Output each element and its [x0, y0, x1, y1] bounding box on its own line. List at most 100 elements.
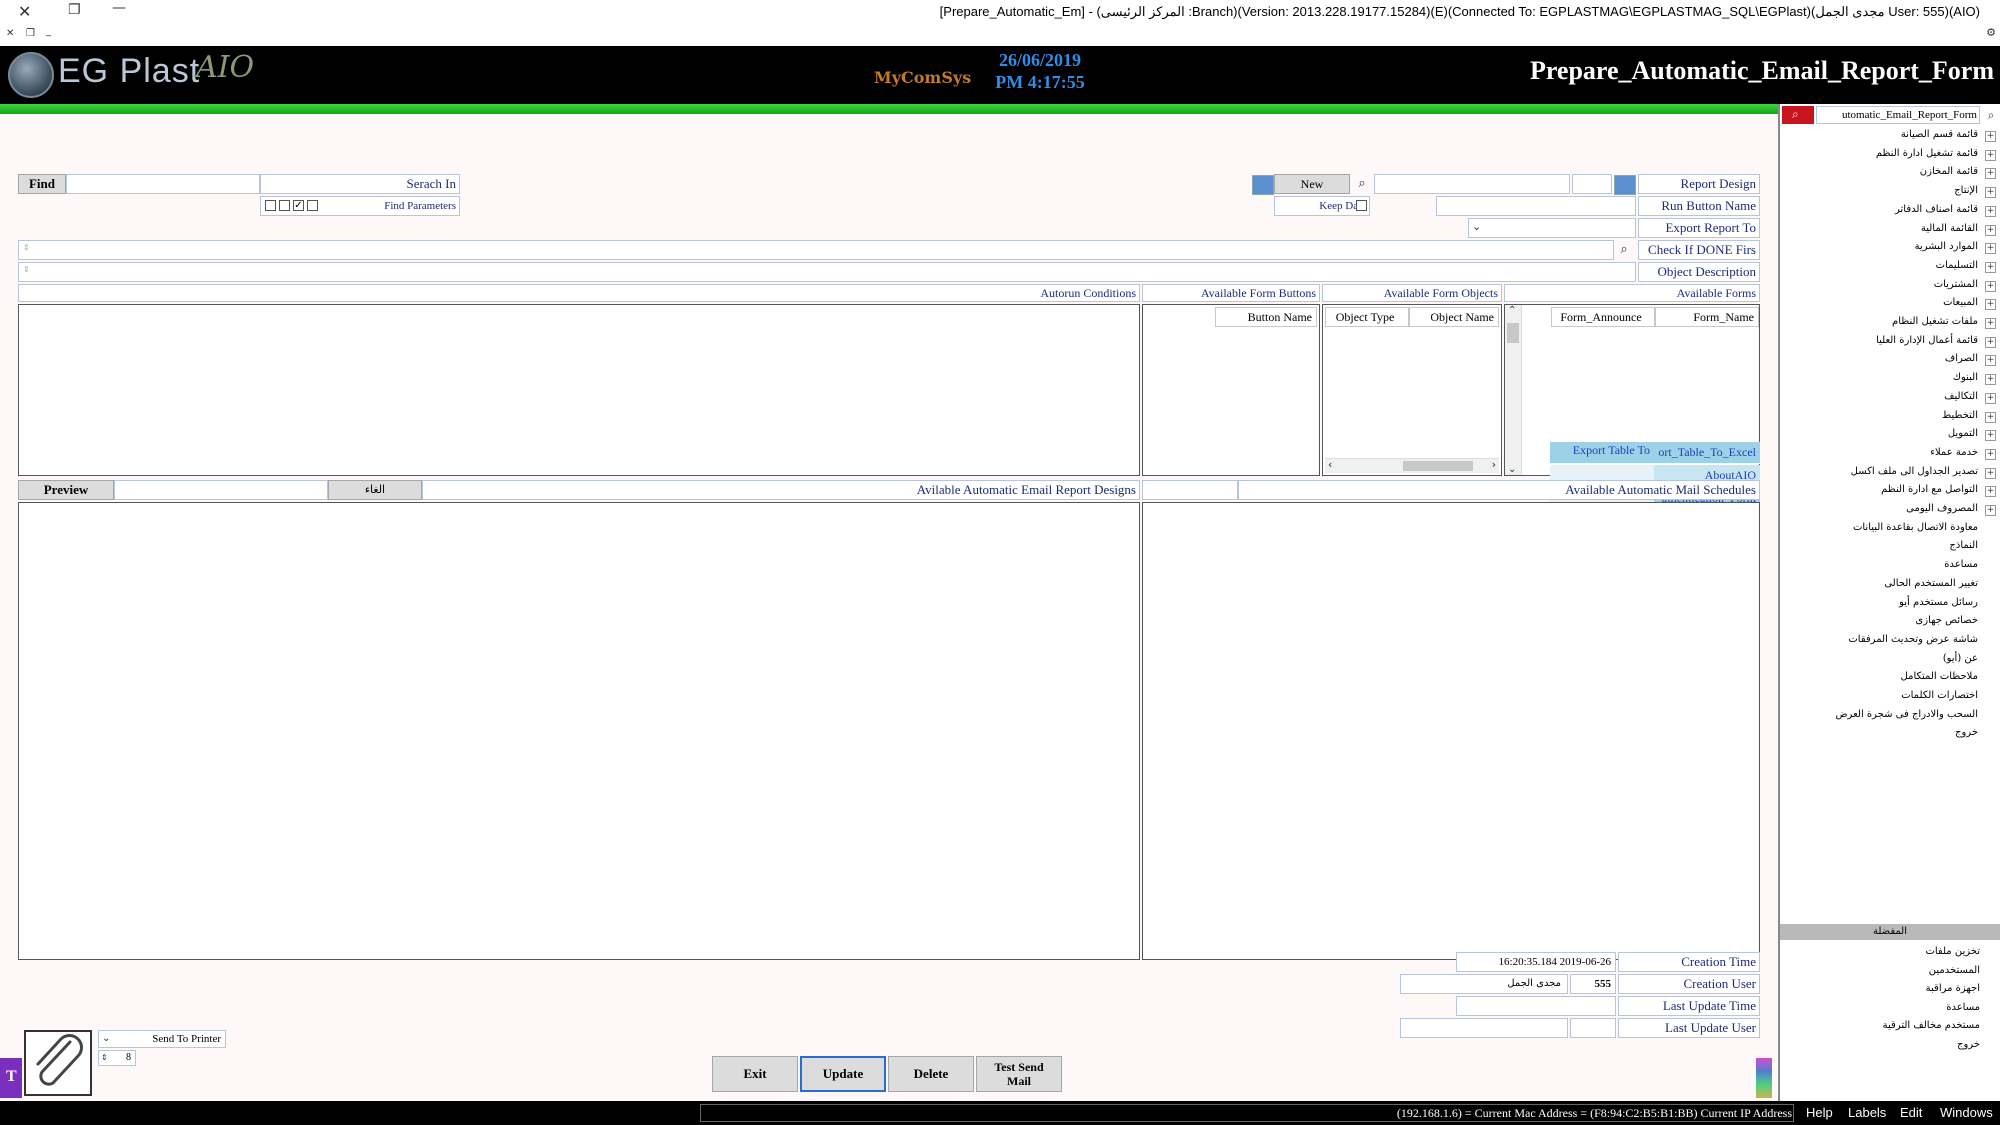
favorite-item[interactable]: تخزين ملفات — [1925, 946, 1980, 957]
expand-plus-icon[interactable]: + — [1985, 467, 1996, 479]
menu-windows[interactable]: Windows — [1940, 1105, 1993, 1120]
tree-item[interactable]: السحب والادراج فى شجرة العرض — [1780, 708, 2000, 724]
tree-item[interactable]: النماذج — [1780, 539, 2000, 555]
new-record-icon[interactable] — [1252, 175, 1274, 195]
form-name-column-header[interactable]: Form_Name — [1655, 307, 1759, 327]
tree-item[interactable]: اختصارات الكلمات — [1780, 689, 2000, 705]
find-param-check-3[interactable]: ✓ — [293, 200, 304, 211]
tree-item[interactable]: خدمة عملاء + — [1780, 446, 2000, 462]
button-name-column-header[interactable]: Button Name — [1215, 307, 1317, 327]
copies-stepper[interactable]: ⇕ 8 — [98, 1050, 136, 1066]
favorite-item[interactable]: خروج — [1957, 1039, 1980, 1050]
check-lookup-search-icon[interactable]: ⌕ — [1614, 240, 1634, 260]
tree-item[interactable]: خصائص جهازى — [1780, 614, 2000, 630]
expand-plus-icon[interactable]: + — [1985, 168, 1996, 180]
favorite-item[interactable]: مستخدم مخالف الترقية — [1883, 1020, 1980, 1031]
report-design-input[interactable] — [1374, 174, 1570, 194]
export-report-to-select[interactable]: ⌄ — [1468, 218, 1636, 238]
expand-plus-icon[interactable]: + — [1985, 336, 1996, 348]
tree-item[interactable]: خروج — [1780, 726, 2000, 742]
tree-item[interactable]: قائمة المخازن + — [1780, 165, 2000, 181]
expand-plus-icon[interactable]: + — [1985, 149, 1996, 161]
horizontal-scrollbar[interactable]: ‹ › — [1325, 458, 1499, 473]
tree-item[interactable]: مساعدة — [1780, 558, 2000, 574]
form-objects-grid[interactable]: Object Type Object Name ‹ › — [1322, 304, 1502, 476]
tree-item[interactable]: عن (أيو) — [1780, 652, 2000, 668]
expand-plus-icon[interactable]: + — [1985, 131, 1996, 142]
tree-search-button[interactable]: ⌕ — [1782, 106, 1814, 124]
vertical-scrollbar[interactable]: ⌃ ⌄ — [1505, 305, 1522, 475]
expand-plus-icon[interactable]: + — [1985, 280, 1996, 292]
find-param-check-1[interactable] — [265, 200, 276, 211]
form-buttons-grid[interactable]: Button Name — [1142, 304, 1320, 476]
expand-plus-icon[interactable]: + — [1985, 374, 1996, 386]
menu-labels[interactable]: Labels — [1848, 1105, 1886, 1120]
tree-item[interactable]: التواصل مع ادارة النظم + — [1780, 483, 2000, 499]
stepper-arrows-icon[interactable]: ⇕ — [101, 1051, 108, 1065]
expand-plus-icon[interactable]: + — [1985, 318, 1996, 329]
tree-item[interactable]: البنوك + — [1780, 371, 2000, 387]
favorite-item[interactable]: مساعدة — [1946, 1002, 1980, 1013]
find-param-check-2[interactable] — [279, 200, 290, 211]
tree-item[interactable]: ملاحظات المتكامل — [1780, 670, 2000, 686]
tree-search-go-icon[interactable]: ⌕ — [1982, 106, 2000, 124]
expand-plus-icon[interactable]: + — [1985, 411, 1996, 423]
find-input[interactable] — [66, 174, 260, 194]
tree-item[interactable]: الموارد البشرية + — [1780, 240, 2000, 256]
tree-item[interactable]: المشتريات + — [1780, 278, 2000, 294]
tree-item[interactable]: شاشة عرض وتحديث المرفقات — [1780, 633, 2000, 649]
tree-item[interactable]: المبيعات + — [1780, 296, 2000, 312]
tree-item[interactable]: التكاليف + — [1780, 390, 2000, 406]
expand-plus-icon[interactable]: + — [1985, 224, 1996, 236]
object-type-column-header[interactable]: Object Type — [1325, 307, 1409, 327]
lookup-search-icon[interactable]: ⌕ — [1352, 174, 1372, 194]
report-design-code[interactable] — [1572, 174, 1612, 194]
tree-item[interactable]: قائمة تشغيل ادارة النظم + — [1780, 147, 2000, 163]
tree-item[interactable]: الإنتاج + — [1780, 184, 2000, 200]
tree-item[interactable]: رسائل مستخدم أيو — [1780, 596, 2000, 612]
delete-button[interactable]: Delete — [888, 1056, 974, 1092]
tree-item[interactable]: تصدير الجداول الى ملف اكسل + — [1780, 465, 2000, 481]
expand-plus-icon[interactable]: + — [1985, 243, 1996, 255]
object-description-input[interactable]: ⇕ — [18, 262, 1636, 282]
scroll-left-icon[interactable]: ‹ — [1328, 458, 1332, 471]
side-tab-icon[interactable]: T — [0, 1058, 22, 1098]
attachment-button[interactable] — [24, 1030, 92, 1096]
send-to-printer-select[interactable]: ⌄ Send To Printer — [98, 1030, 226, 1048]
form-announce-cell[interactable]: Export Table To — [1550, 442, 1654, 464]
favorite-item[interactable]: المستخدمين — [1929, 965, 1980, 976]
tree-item[interactable]: قائمة أعمال الإدارة العليا + — [1780, 334, 2000, 350]
expand-plus-icon[interactable]: + — [1985, 392, 1996, 404]
close-window-icon[interactable]: ✕ — [18, 2, 31, 21]
tree-item[interactable]: تغيير المستخدم الحالى — [1780, 577, 2000, 593]
keep-data-checkbox[interactable] — [1356, 200, 1367, 211]
scroll-thumb[interactable] — [1403, 461, 1473, 471]
tree-item[interactable]: الصراف + — [1780, 352, 2000, 368]
tree-item[interactable]: المصروف اليومى + — [1780, 502, 2000, 518]
tree-item[interactable]: التمويل + — [1780, 427, 2000, 443]
restore-window-icon[interactable]: ❐ — [68, 2, 81, 18]
expand-plus-icon[interactable]: + — [1985, 448, 1996, 460]
new-button[interactable]: New — [1274, 174, 1350, 194]
test-send-mail-button[interactable]: Test Send Mail — [976, 1056, 1062, 1092]
scroll-thumb[interactable] — [1507, 323, 1519, 343]
menu-help[interactable]: Help — [1806, 1105, 1833, 1120]
tree-item[interactable]: قائمة اصناف الدفاتر + — [1780, 203, 2000, 219]
find-button[interactable]: Find — [18, 174, 66, 194]
tree-item[interactable]: معاودة الاتصال بقاعدة البيانات — [1780, 521, 2000, 537]
mdi-minimize-icon[interactable]: _ — [46, 26, 51, 37]
tree-item[interactable]: قائمة قسم الصيانة + — [1780, 128, 2000, 144]
favorite-item[interactable]: اجهزة مراقبة — [1926, 983, 1980, 994]
autorun-conditions-panel[interactable] — [18, 304, 1140, 476]
schedule-filter-input[interactable] — [1142, 480, 1238, 500]
expand-plus-icon[interactable]: + — [1985, 505, 1996, 516]
tree-item[interactable]: التخطيط + — [1780, 409, 2000, 425]
tree-item[interactable]: ملفات تشغيل النظام + — [1780, 315, 2000, 331]
scroll-right-icon[interactable]: › — [1492, 458, 1496, 471]
expand-plus-icon[interactable]: + — [1985, 430, 1996, 442]
mdi-close-icon[interactable]: ✕ — [6, 28, 14, 39]
expand-plus-icon[interactable]: + — [1985, 299, 1996, 311]
mdi-restore-icon[interactable]: ❐ — [26, 28, 35, 39]
expand-plus-icon[interactable]: + — [1985, 355, 1996, 367]
object-name-column-header[interactable]: Object Name — [1409, 307, 1499, 327]
